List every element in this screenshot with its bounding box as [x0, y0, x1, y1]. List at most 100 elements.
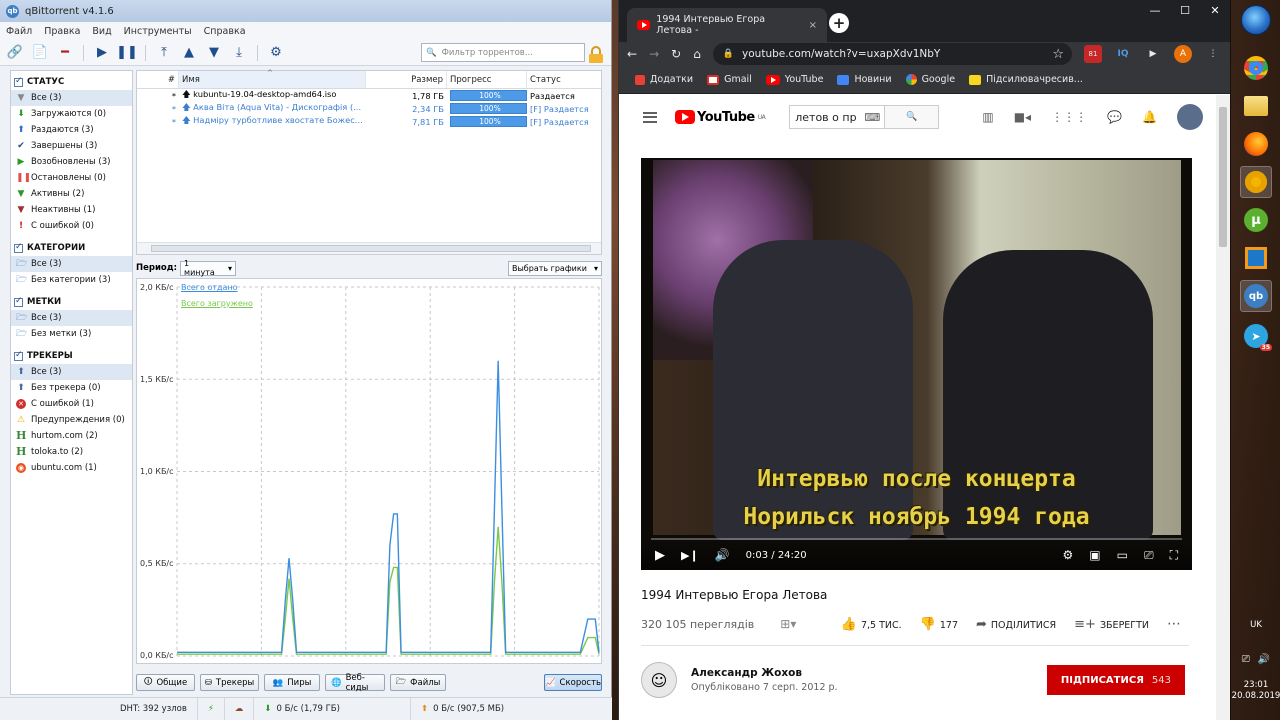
- checkbox-icon[interactable]: [14, 296, 23, 307]
- move-bottom-icon[interactable]: ⤓: [230, 44, 248, 62]
- tags-section-header[interactable]: МЕТКИ: [11, 294, 132, 310]
- tag-all[interactable]: 🗁 Все (3): [11, 310, 132, 326]
- tracker-warning[interactable]: ⚠ Предупреждения (0): [11, 412, 132, 428]
- tracker-ubuntu[interactable]: ◉ ubuntu.com (1): [11, 460, 132, 476]
- bookmark-star-icon[interactable]: ☆: [1052, 47, 1064, 62]
- keyboard-icon[interactable]: ⌨: [864, 111, 880, 124]
- tracker-hurtom[interactable]: Hhurtom.com (2): [11, 428, 132, 444]
- address-bar[interactable]: 🔒 youtube.com/watch?v=uxapXdv1NbY ☆: [712, 43, 1072, 65]
- play-icon[interactable]: ▶: [655, 548, 665, 563]
- home-icon[interactable]: ⌂: [693, 47, 701, 61]
- move-top-icon[interactable]: ⤒: [155, 44, 173, 62]
- legend-uploaded[interactable]: Всего отдано: [181, 283, 238, 292]
- menu-edit[interactable]: Правка: [44, 26, 80, 37]
- file-explorer-taskbar-icon[interactable]: [1240, 90, 1272, 122]
- firefox-taskbar-icon[interactable]: [1240, 128, 1272, 160]
- bookmark-gmail[interactable]: Gmail: [707, 74, 752, 85]
- status-inactive[interactable]: ▼ Неактивны (1): [11, 202, 132, 218]
- channel-avatar[interactable]: ☺: [641, 662, 677, 698]
- search-button[interactable]: 🔍: [885, 105, 940, 129]
- subscribe-button[interactable]: ПІДПИСАТИСЯ 543: [1046, 665, 1185, 695]
- back-arrow-icon[interactable]: ←: [627, 47, 637, 61]
- qbittorrent-taskbar-icon[interactable]: qb: [1240, 280, 1272, 312]
- media-play-icon[interactable]: ▶: [1144, 45, 1162, 63]
- bookmark-news[interactable]: Новини: [837, 74, 892, 85]
- add-link-icon[interactable]: 🔗: [6, 44, 24, 62]
- new-tab-plus-icon[interactable]: +: [829, 13, 849, 33]
- checkbox-icon[interactable]: [14, 350, 23, 361]
- miniplayer-icon[interactable]: ▣: [1089, 548, 1100, 563]
- kebab-menu-icon[interactable]: ⋮: [1204, 45, 1222, 63]
- status-seeding[interactable]: ⬆ Раздаются (3): [11, 122, 132, 138]
- playlist-add-icon[interactable]: ⊞▾: [780, 617, 796, 631]
- scrollbar-thumb[interactable]: [1219, 107, 1227, 247]
- youtube-logo[interactable]: YouTube UA: [675, 110, 766, 125]
- category-all[interactable]: 🗁 Все (3): [11, 256, 132, 272]
- torrent-row[interactable]: * 🡅 Надміру турботливе хвостате Божес...…: [137, 115, 601, 128]
- lock-icon[interactable]: [589, 46, 603, 63]
- bookmark-youtube[interactable]: YouTube: [765, 74, 823, 85]
- menu-view[interactable]: Вид: [92, 26, 111, 37]
- legend-downloaded[interactable]: Всего загружено: [181, 299, 253, 308]
- qbt-titlebar[interactable]: qb qBittorrent v4.1.6: [0, 0, 611, 22]
- cast-icon[interactable]: ⎚: [1144, 548, 1154, 563]
- column-size[interactable]: Размер: [366, 71, 447, 88]
- save-button[interactable]: ≡+ ЗБЕРЕГТИ: [1074, 617, 1149, 632]
- tab-webseeds[interactable]: 🌐 Веб-сиды: [325, 673, 385, 693]
- categories-section-header[interactable]: КАТЕГОРИИ: [11, 240, 132, 256]
- period-select[interactable]: 1 минута ▾: [180, 259, 237, 277]
- extension-iq-icon[interactable]: IQ: [1114, 45, 1132, 63]
- volume-icon[interactable]: 🔊: [1258, 654, 1270, 665]
- app-orange-square-taskbar-icon[interactable]: [1240, 242, 1272, 274]
- network-icon[interactable]: ⎚: [1242, 654, 1250, 665]
- category-uncategorized[interactable]: 🗁 Без категории (3): [11, 272, 132, 288]
- hamburger-menu-icon[interactable]: [643, 111, 657, 123]
- utorrent-taskbar-icon[interactable]: µ: [1240, 204, 1272, 236]
- column-status[interactable]: Статус: [527, 71, 601, 88]
- notifications-bell-icon[interactable]: 🔔: [1142, 110, 1157, 124]
- close-icon[interactable]: ✕: [1200, 0, 1230, 20]
- torrent-row[interactable]: * 🡅 Аква Віта (Aqua Vita) - Дискографія …: [137, 102, 601, 115]
- theater-mode-icon[interactable]: ▭: [1117, 548, 1128, 563]
- trackers-section-header[interactable]: ТРЕКЕРЫ: [11, 348, 132, 364]
- chrome-taskbar-icon[interactable]: [1240, 52, 1272, 84]
- user-avatar[interactable]: [1177, 104, 1203, 130]
- minimize-icon[interactable]: —: [1140, 0, 1170, 20]
- options-gear-icon[interactable]: ⚙: [267, 44, 285, 62]
- more-actions-icon[interactable]: ⋯: [1167, 616, 1181, 632]
- move-up-icon[interactable]: ▲: [180, 44, 198, 62]
- move-down-icon[interactable]: ▼: [205, 44, 223, 62]
- apps-grid-icon[interactable]: ⋮⋮⋮: [1051, 110, 1087, 124]
- status-completed[interactable]: ✔ Завершены (3): [11, 138, 132, 154]
- dislike-button[interactable]: 👎 177: [920, 617, 958, 632]
- status-resumed[interactable]: ▶ Возобновлены (3): [11, 154, 132, 170]
- like-button[interactable]: 👍 7,5 ТИС.: [841, 617, 902, 632]
- scrollbar-thumb[interactable]: [151, 245, 591, 252]
- forward-arrow-icon[interactable]: →: [649, 47, 659, 61]
- next-icon[interactable]: ▶❙: [681, 549, 699, 562]
- studio-chart-icon[interactable]: ▥: [982, 110, 993, 124]
- status-downloading[interactable]: ⬇ Загружаются (0): [11, 106, 132, 122]
- status-all[interactable]: ▼ Все (3): [11, 90, 132, 106]
- checkbox-icon[interactable]: [14, 242, 23, 253]
- browser-tab-active[interactable]: 1994 Интервью Егора Летова - ×: [627, 8, 827, 42]
- maximize-icon[interactable]: ☐: [1170, 0, 1200, 20]
- column-progress[interactable]: Прогресс: [447, 71, 527, 88]
- settings-gear-icon[interactable]: ⚙: [1063, 548, 1074, 563]
- youtube-search-input[interactable]: летов о пр ⌨: [789, 105, 886, 129]
- bookmark-apps[interactable]: Додатки: [635, 74, 693, 85]
- column-name[interactable]: Имя ^: [179, 69, 366, 88]
- telegram-taskbar-icon[interactable]: ➤ 35: [1240, 320, 1272, 352]
- upload-speed[interactable]: ⬆ 0 Б/с (907,5 МБ): [409, 697, 514, 720]
- tab-general[interactable]: 🛈 Общие: [136, 674, 195, 691]
- resume-icon[interactable]: ▶: [93, 44, 111, 62]
- torrent-row[interactable]: * 🡅 kubuntu-19.04-desktop-amd64.iso 1,78…: [137, 89, 601, 102]
- checkbox-icon[interactable]: [14, 76, 23, 87]
- share-button[interactable]: ➦ ПОДІЛИТИСЯ: [976, 617, 1056, 632]
- tag-untagged[interactable]: 🗁 Без метки (3): [11, 326, 132, 342]
- status-section-header[interactable]: СТАТУС: [11, 74, 132, 90]
- download-speed[interactable]: ⬇ 0 Б/с (1,79 ГБ): [253, 697, 350, 720]
- status-error[interactable]: ! С ошибкой (0): [11, 218, 132, 234]
- add-file-icon[interactable]: 📄: [31, 44, 49, 62]
- horizontal-scrollbar[interactable]: [137, 242, 601, 254]
